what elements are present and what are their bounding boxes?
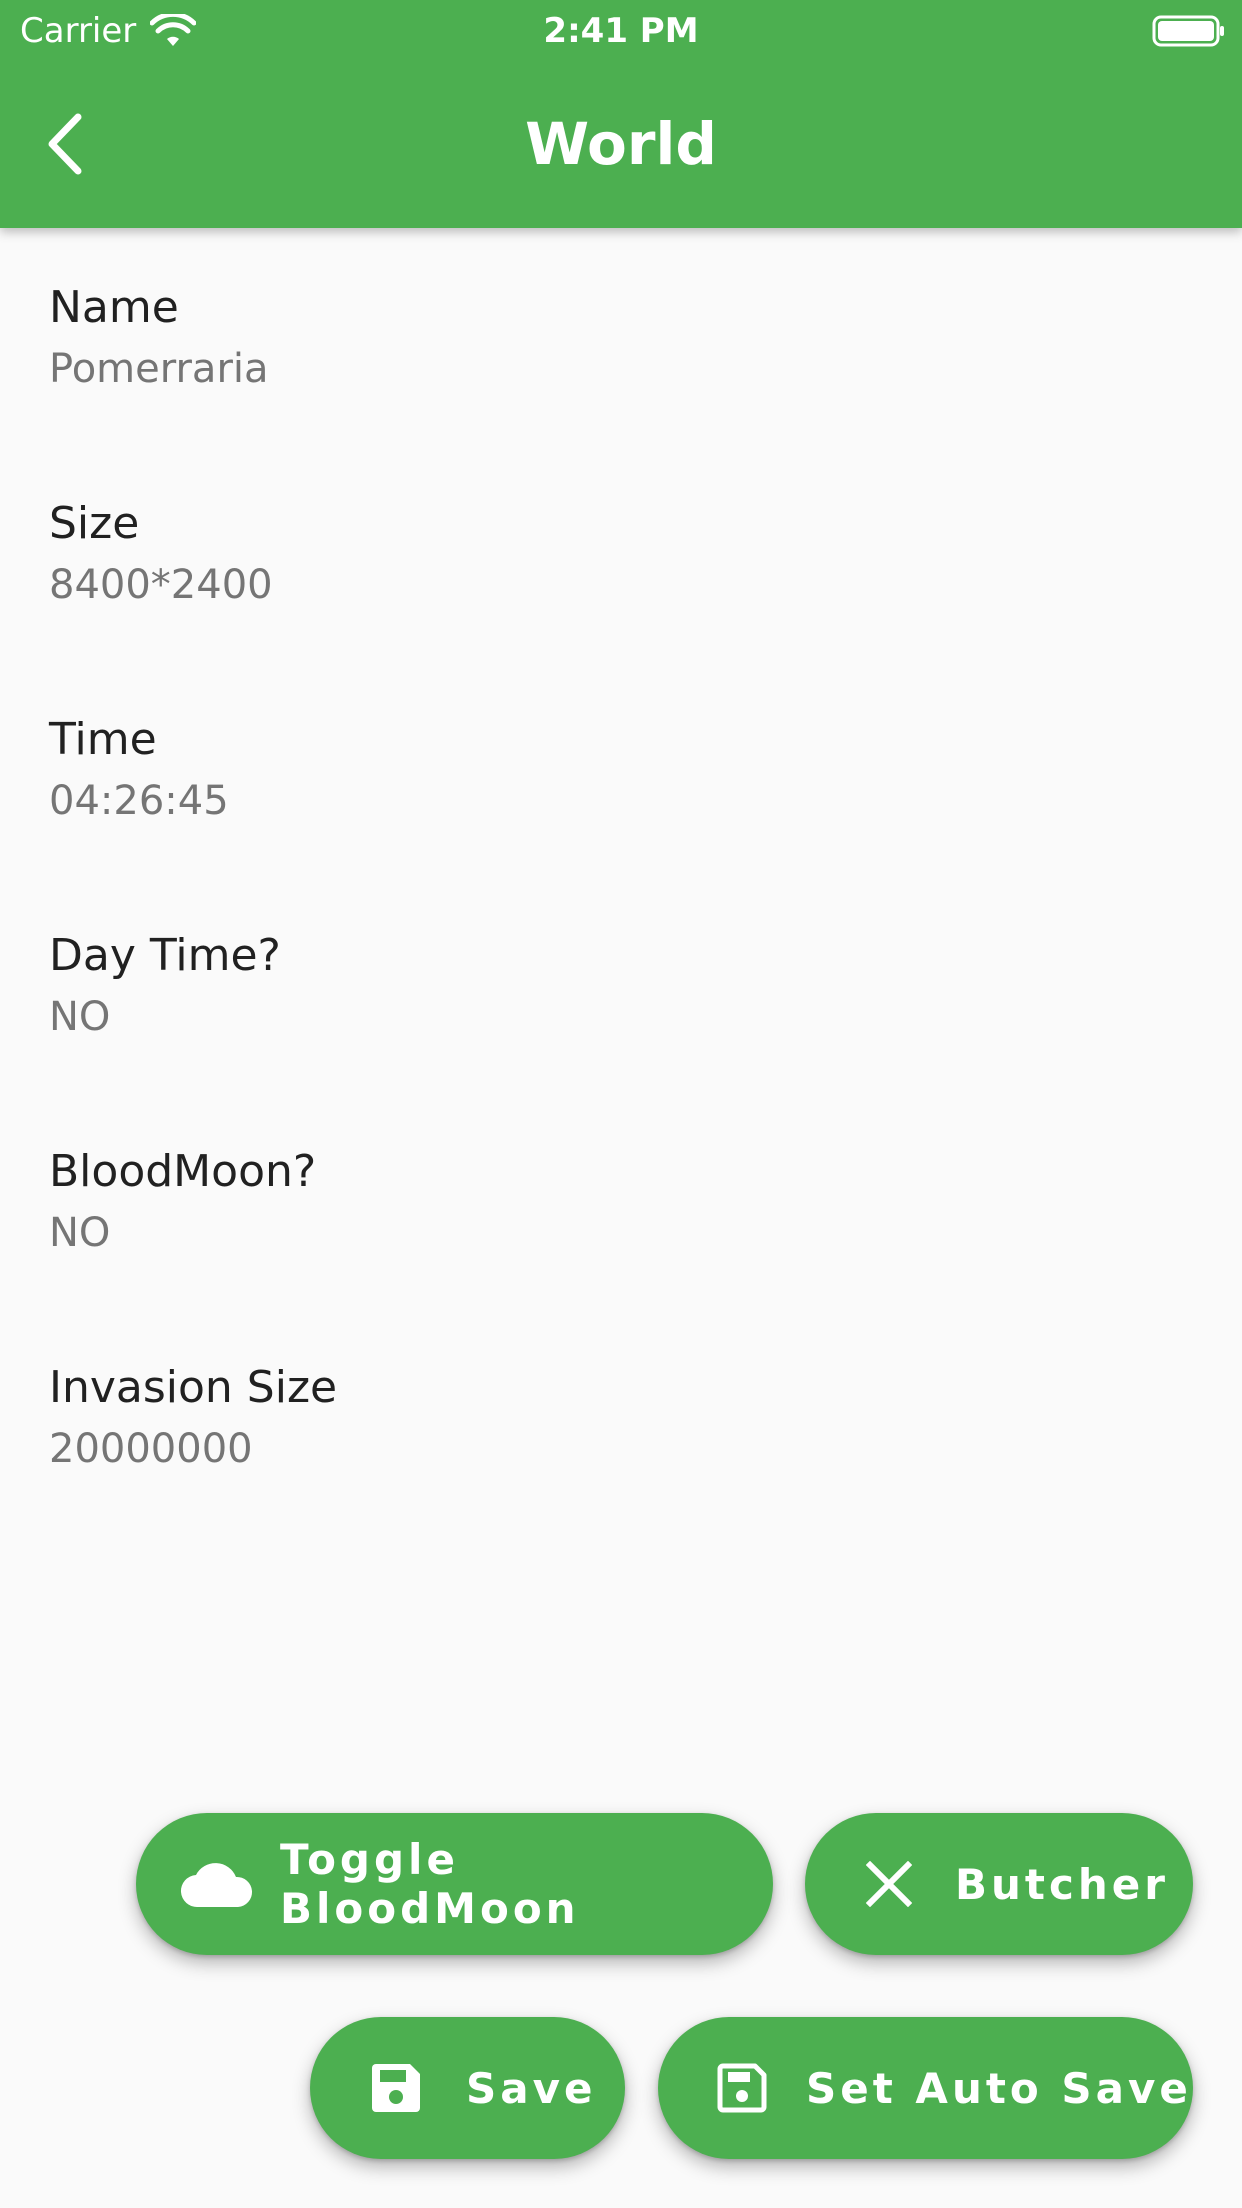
field-value: 8400*2400 (49, 562, 273, 608)
toggle-bloodmoon-label: Toggle BloodMoon (280, 1835, 580, 1933)
save-label: Save (466, 2063, 597, 2113)
list-item-name: Name Pomerraria (0, 228, 1242, 444)
page-title: World (525, 110, 717, 178)
app-bar: Carrier 2:41 PM World (0, 0, 1242, 228)
field-label: Day Time? (49, 930, 281, 981)
field-label: Size (49, 498, 140, 549)
field-label: BloodMoon? (49, 1146, 317, 1197)
field-value: Pomerraria (49, 346, 269, 392)
field-value: 04:26:45 (49, 778, 229, 824)
save-button[interactable]: Save (310, 2017, 625, 2159)
status-time: 2:41 PM (543, 11, 699, 51)
list-item-bloodmoon: BloodMoon? NO (0, 1092, 1242, 1308)
world-details-list: Name Pomerraria Size 8400*2400 Time 04:2… (0, 228, 1242, 1524)
butcher-button[interactable]: Butcher (805, 1813, 1193, 1955)
save-icon (366, 2058, 426, 2118)
list-item-time: Time 04:26:45 (0, 660, 1242, 876)
field-label: Time (49, 714, 157, 765)
field-value: NO (49, 1210, 111, 1256)
field-value: 20000000 (49, 1426, 253, 1472)
cloud-icon (180, 1854, 254, 1914)
save-outline-icon (712, 2058, 772, 2118)
field-value: NO (49, 994, 111, 1040)
field-label: Invasion Size (49, 1362, 338, 1413)
set-auto-save-button[interactable]: Set Auto Save (658, 2017, 1193, 2159)
butcher-label: Butcher (955, 1859, 1169, 1909)
list-item-invasion-size: Invasion Size 20000000 (0, 1308, 1242, 1524)
status-bar: Carrier 2:41 PM (0, 0, 1242, 62)
close-icon (863, 1858, 915, 1910)
list-item-size: Size 8400*2400 (0, 444, 1242, 660)
battery-full-icon (1152, 15, 1224, 47)
list-item-day-time: Day Time? NO (0, 876, 1242, 1092)
field-label: Name (49, 282, 179, 333)
toggle-bloodmoon-button[interactable]: Toggle BloodMoon (136, 1813, 773, 1955)
set-auto-save-label: Set Auto Save (806, 2063, 1192, 2113)
